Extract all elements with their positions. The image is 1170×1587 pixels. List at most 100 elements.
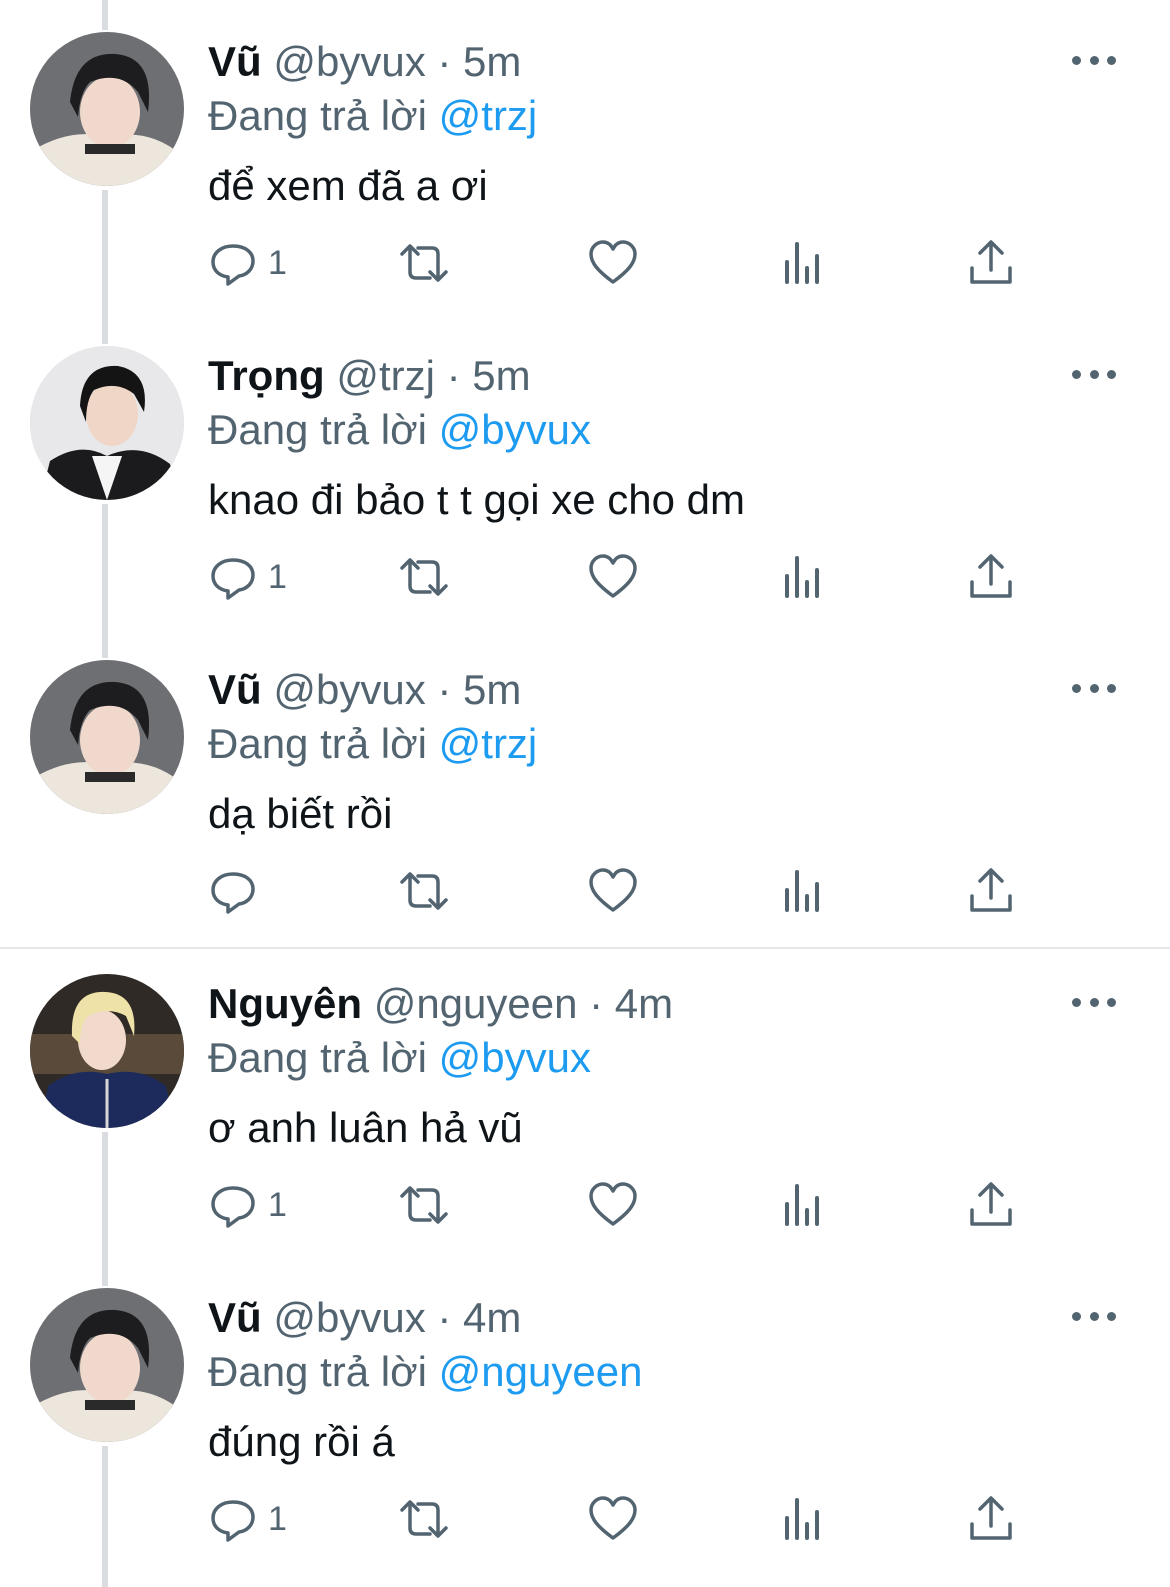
share-button[interactable] <box>966 1484 1016 1554</box>
timestamp[interactable]: · 5m <box>447 352 531 399</box>
tweet[interactable]: Trọng @trzj · 5m Đang trả lời @byvux kna… <box>0 314 1170 628</box>
handle[interactable]: @nguyeen <box>374 980 578 1027</box>
tweet-text: dạ biết rồi <box>208 790 393 837</box>
tweet-header: Trọng @trzj · 5m <box>208 350 531 402</box>
dark-hair-boy-avatar-icon <box>30 660 184 814</box>
views-button[interactable] <box>778 542 828 612</box>
tweet[interactable]: Nguyên @nguyeen · 4m Đang trả lời @byvux… <box>0 942 1170 1256</box>
mention-link[interactable]: @trzj <box>439 720 538 767</box>
retweet-button[interactable] <box>394 856 454 926</box>
avatar[interactable] <box>30 1288 184 1442</box>
action-bar: 1 <box>208 542 1028 612</box>
more-options-button[interactable] <box>1072 678 1116 698</box>
reply-count: 1 <box>268 1185 287 1224</box>
tweet[interactable]: Vũ @byvux · 5m Đang trả lời @trzj dạ biế… <box>0 628 1170 942</box>
share-icon <box>970 1182 1012 1226</box>
heart-icon <box>589 554 637 598</box>
like-button[interactable] <box>588 1484 638 1554</box>
handle[interactable]: @trzj <box>336 352 435 399</box>
like-button[interactable] <box>588 228 638 298</box>
tweet-header: Vũ @byvux · 5m <box>208 664 521 716</box>
action-bar: 1 <box>208 1170 1028 1240</box>
retweet-icon <box>400 872 448 910</box>
reply-button[interactable]: 1 <box>208 1484 287 1554</box>
timestamp[interactable]: · 4m <box>589 980 673 1027</box>
tweet-header: Nguyên @nguyeen · 4m <box>208 978 673 1030</box>
display-name[interactable]: Trọng <box>208 352 325 399</box>
avatar[interactable] <box>30 660 184 814</box>
retweet-button[interactable] <box>394 228 454 298</box>
handle[interactable]: @byvux <box>273 666 425 713</box>
like-button[interactable] <box>588 542 638 612</box>
mention-link[interactable]: @nguyeen <box>439 1348 643 1395</box>
replying-to: Đang trả lời @trzj <box>208 718 537 770</box>
mention-link[interactable]: @byvux <box>439 406 591 453</box>
more-options-button[interactable] <box>1072 1306 1116 1326</box>
mention-link[interactable]: @byvux <box>439 1034 591 1081</box>
action-bar: 1 <box>208 1484 1028 1554</box>
share-button[interactable] <box>966 542 1016 612</box>
views-button[interactable] <box>778 228 828 298</box>
retweet-icon <box>400 1500 448 1538</box>
action-bar <box>208 856 1028 926</box>
analytics-icon <box>785 1498 819 1540</box>
black-jacket-boy-avatar-icon <box>30 346 184 500</box>
share-icon <box>970 554 1012 598</box>
like-button[interactable] <box>588 1170 638 1240</box>
display-name[interactable]: Nguyên <box>208 980 362 1027</box>
timestamp[interactable]: · 5m <box>437 666 521 713</box>
replying-to-label: Đang trả lời <box>208 720 427 767</box>
mention-link[interactable]: @trzj <box>439 92 538 139</box>
retweet-button[interactable] <box>394 1484 454 1554</box>
retweet-icon <box>400 244 448 282</box>
share-icon <box>970 868 1012 912</box>
tweet-text: để xem đã a ơi <box>208 162 488 209</box>
analytics-icon <box>785 1184 819 1226</box>
dark-hair-boy-avatar-icon <box>30 32 184 186</box>
retweet-button[interactable] <box>394 1170 454 1240</box>
reply-button[interactable]: 1 <box>208 1170 287 1240</box>
reply-count: 1 <box>268 557 287 596</box>
share-button[interactable] <box>966 856 1016 926</box>
timestamp[interactable]: · 5m <box>437 38 521 85</box>
handle[interactable]: @byvux <box>273 38 425 85</box>
replying-to: Đang trả lời @trzj <box>208 90 537 142</box>
reply-count: 1 <box>268 243 287 282</box>
retweet-button[interactable] <box>394 542 454 612</box>
avatar[interactable] <box>30 32 184 186</box>
tweet[interactable]: Vũ @byvux · 5m Đang trả lời @trzj để xem… <box>0 0 1170 314</box>
views-button[interactable] <box>778 856 828 926</box>
share-icon <box>970 1496 1012 1540</box>
views-button[interactable] <box>778 1484 828 1554</box>
more-options-button[interactable] <box>1072 50 1116 70</box>
share-button[interactable] <box>966 1170 1016 1240</box>
reply-button[interactable] <box>208 856 268 926</box>
share-button[interactable] <box>966 228 1016 298</box>
reply-icon <box>211 244 255 286</box>
timestamp[interactable]: · 4m <box>437 1294 521 1341</box>
more-options-button[interactable] <box>1072 992 1116 1012</box>
tweet-header: Vũ @byvux · 5m <box>208 36 521 88</box>
reply-icon <box>211 1500 255 1542</box>
views-button[interactable] <box>778 1170 828 1240</box>
handle[interactable]: @byvux <box>273 1294 425 1341</box>
replying-to: Đang trả lời @byvux <box>208 1032 591 1084</box>
display-name[interactable]: Vũ <box>208 666 262 713</box>
display-name[interactable]: Vũ <box>208 38 262 85</box>
avatar[interactable] <box>30 974 184 1128</box>
display-name[interactable]: Vũ <box>208 1294 262 1341</box>
tweet[interactable]: Vũ @byvux · 4m Đang trả lời @nguyeen đún… <box>0 1256 1170 1587</box>
blond-boy-avatar-icon <box>30 974 184 1128</box>
like-button[interactable] <box>588 856 638 926</box>
heart-icon <box>589 868 637 912</box>
reply-button[interactable]: 1 <box>208 542 287 612</box>
reply-button[interactable]: 1 <box>208 228 287 298</box>
avatar[interactable] <box>30 346 184 500</box>
tweet-text: đúng rồi á <box>208 1418 395 1465</box>
heart-icon <box>589 240 637 284</box>
more-options-button[interactable] <box>1072 364 1116 384</box>
tweet-text: knao đi bảo t t gọi xe cho dm <box>208 476 745 523</box>
reply-icon <box>211 558 255 600</box>
dark-hair-boy-avatar-icon <box>30 1288 184 1442</box>
heart-icon <box>589 1496 637 1540</box>
